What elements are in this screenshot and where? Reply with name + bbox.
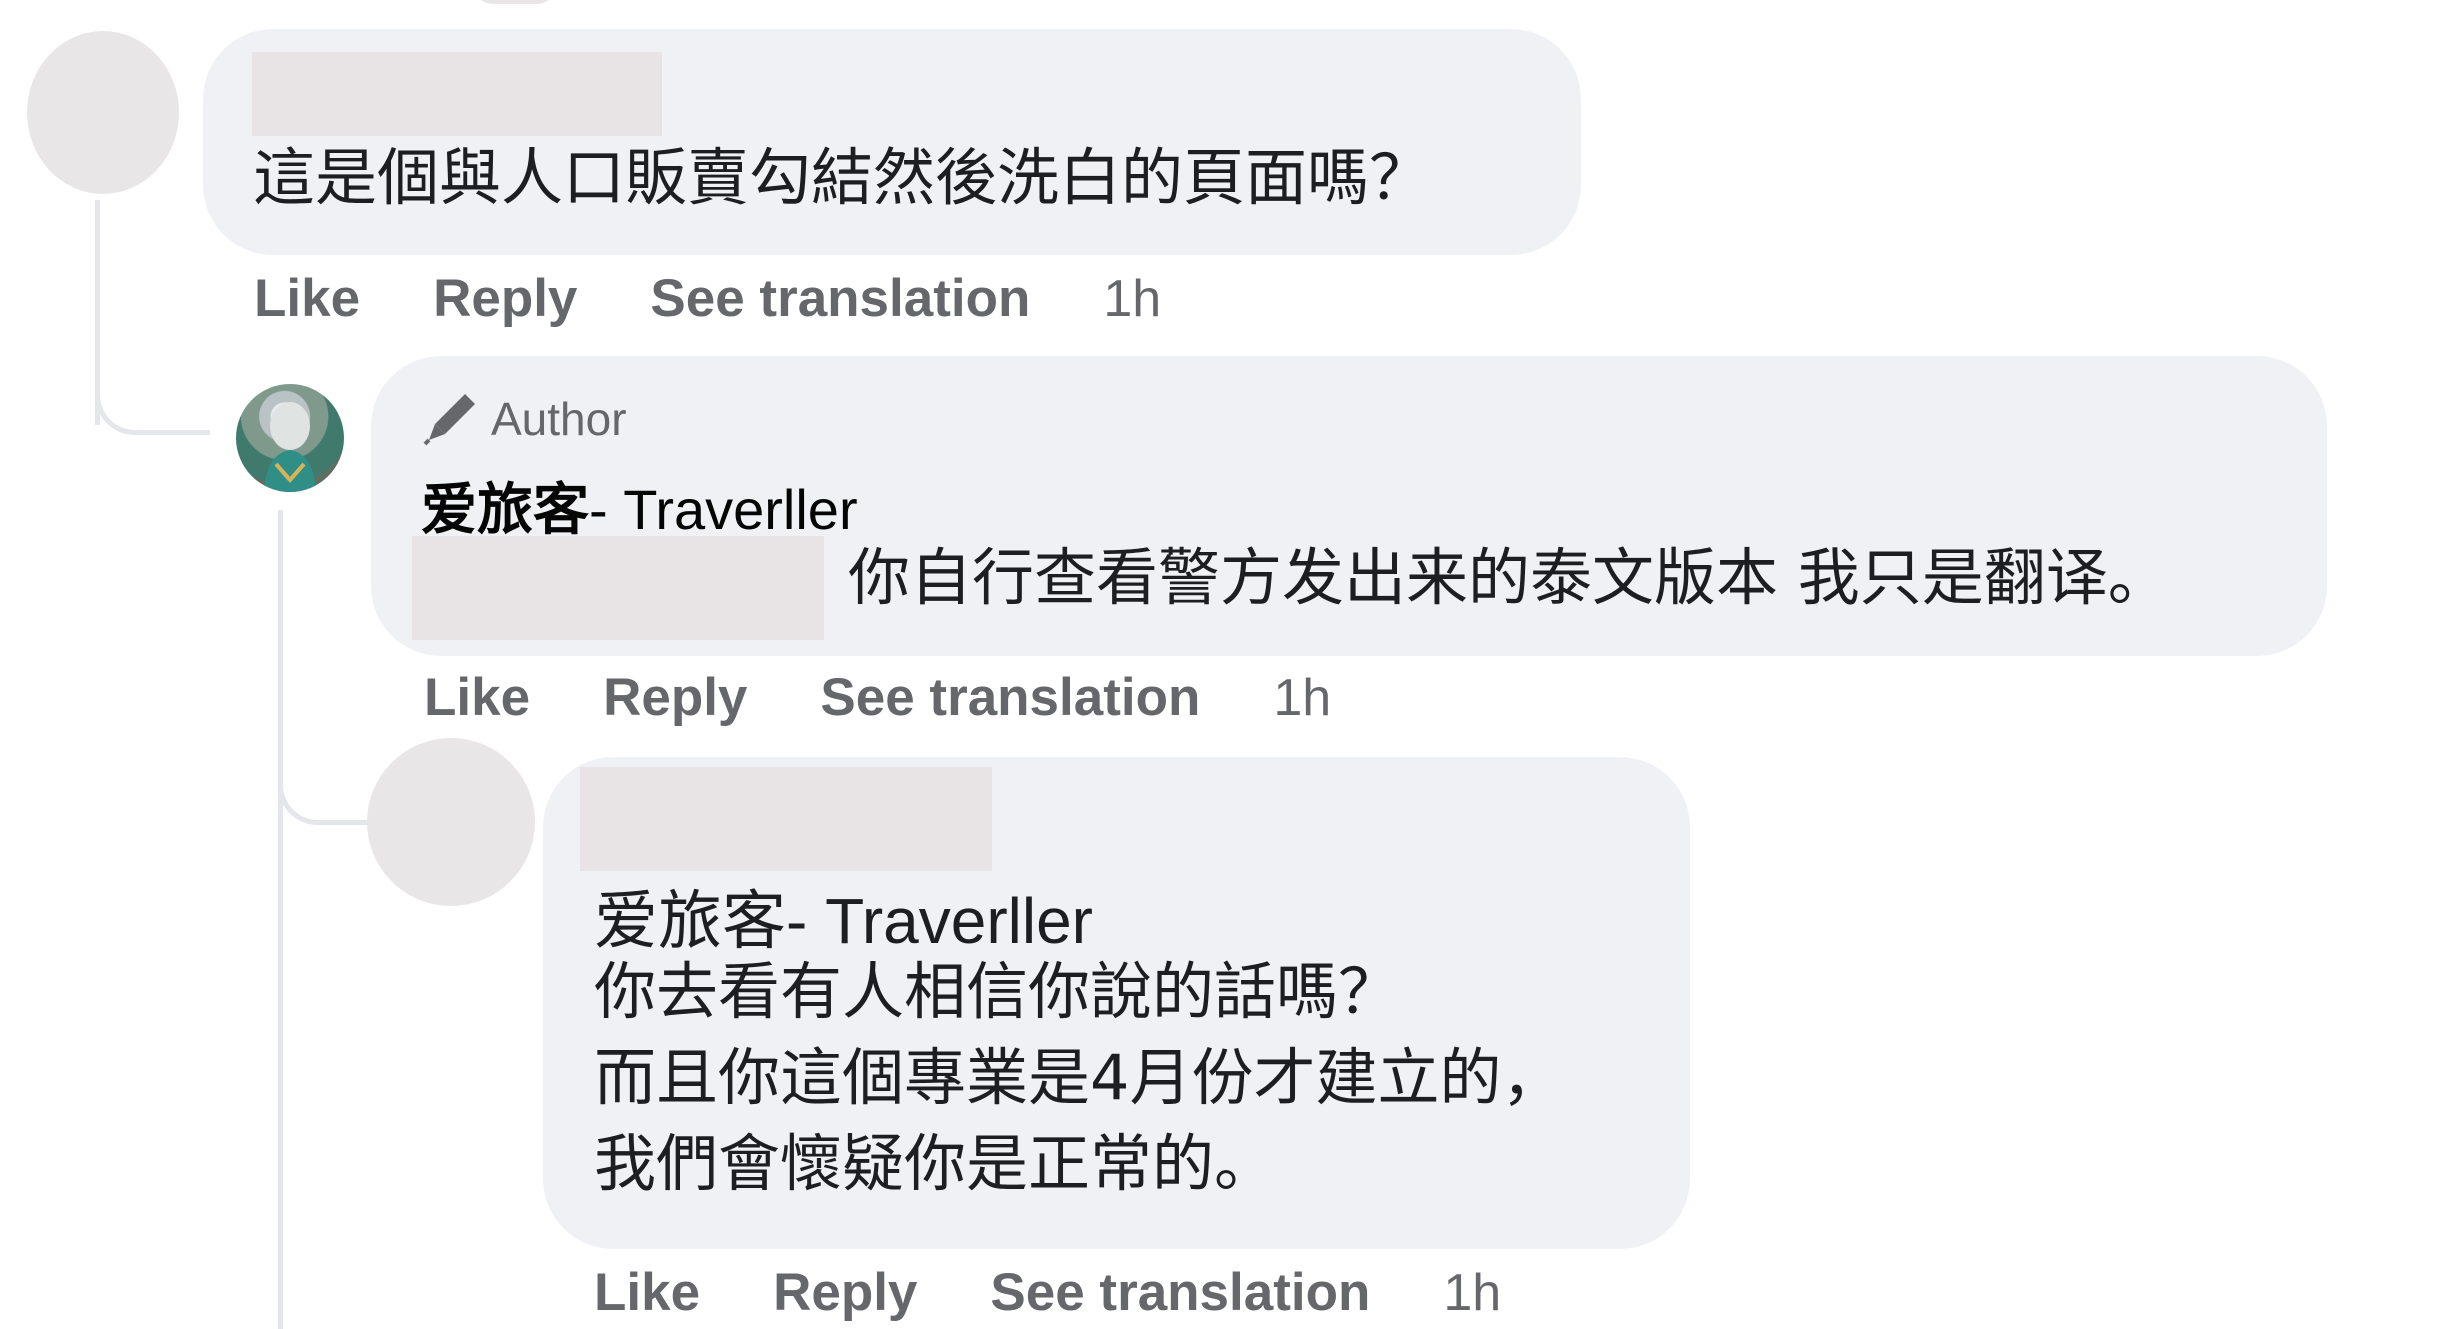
comment-text-2: 你自行查看警方发出来的泰文版本 我只是翻译。 — [848, 541, 2170, 614]
author-name-zh: 爱旅客 — [421, 478, 589, 543]
author-name[interactable]: 爱旅客- Traverller — [421, 465, 858, 546]
pencil-icon — [423, 394, 475, 446]
comment-text-3-line-3: 我們會懷疑你是正常的。 — [594, 1127, 1277, 1200]
avatar-commenter-1[interactable] — [27, 31, 179, 194]
author-badge-label: Author — [491, 393, 627, 445]
see-translation-link[interactable]: See translation — [990, 1262, 1370, 1323]
redacted-mention-2 — [412, 536, 824, 640]
comment-text-3-line-2: 而且你這個專業是4月份才建立的， — [594, 1041, 1564, 1114]
author-name-en: - Traverller — [589, 478, 858, 541]
see-translation-link[interactable]: See translation — [820, 667, 1200, 728]
thread-line-1-elbow — [95, 370, 210, 435]
comment-actions-3: Like Reply See translation 1h — [594, 1262, 1501, 1323]
avatar-author[interactable] — [236, 384, 344, 492]
comment-actions-1: Like Reply See translation 1h — [254, 268, 1161, 329]
mention-tag[interactable]: 爱旅客- Traverller — [594, 870, 1093, 962]
comment-text-1: 這是個與人口販賣勾結然後洗白的頁面嗎？ — [253, 141, 1432, 214]
mention-en: - Traverller — [786, 885, 1093, 957]
like-button[interactable]: Like — [594, 1262, 700, 1323]
cropped-avatar-remnant — [470, 0, 560, 4]
reply-button[interactable]: Reply — [603, 667, 747, 728]
author-badge: Author — [421, 390, 627, 448]
reply-button[interactable]: Reply — [773, 1262, 917, 1323]
avatar-commenter-3[interactable] — [367, 738, 535, 906]
timestamp[interactable]: 1h — [1443, 1263, 1501, 1323]
thread-line-2 — [278, 510, 283, 1329]
like-button[interactable]: Like — [254, 268, 360, 329]
comment-actions-2: Like Reply See translation 1h — [424, 667, 1331, 728]
redacted-commenter-name-1 — [252, 52, 662, 136]
see-translation-link[interactable]: See translation — [650, 268, 1030, 329]
timestamp[interactable]: 1h — [1103, 269, 1161, 329]
comment-text-3-line-1: 你去看有人相信你說的話嗎？ — [594, 955, 1401, 1028]
mention-zh: 爱旅客 — [594, 885, 786, 959]
timestamp[interactable]: 1h — [1273, 668, 1331, 728]
thread-line-2-elbow — [278, 760, 378, 825]
reply-button[interactable]: Reply — [433, 268, 577, 329]
like-button[interactable]: Like — [424, 667, 530, 728]
redacted-commenter-name-3 — [580, 767, 992, 871]
